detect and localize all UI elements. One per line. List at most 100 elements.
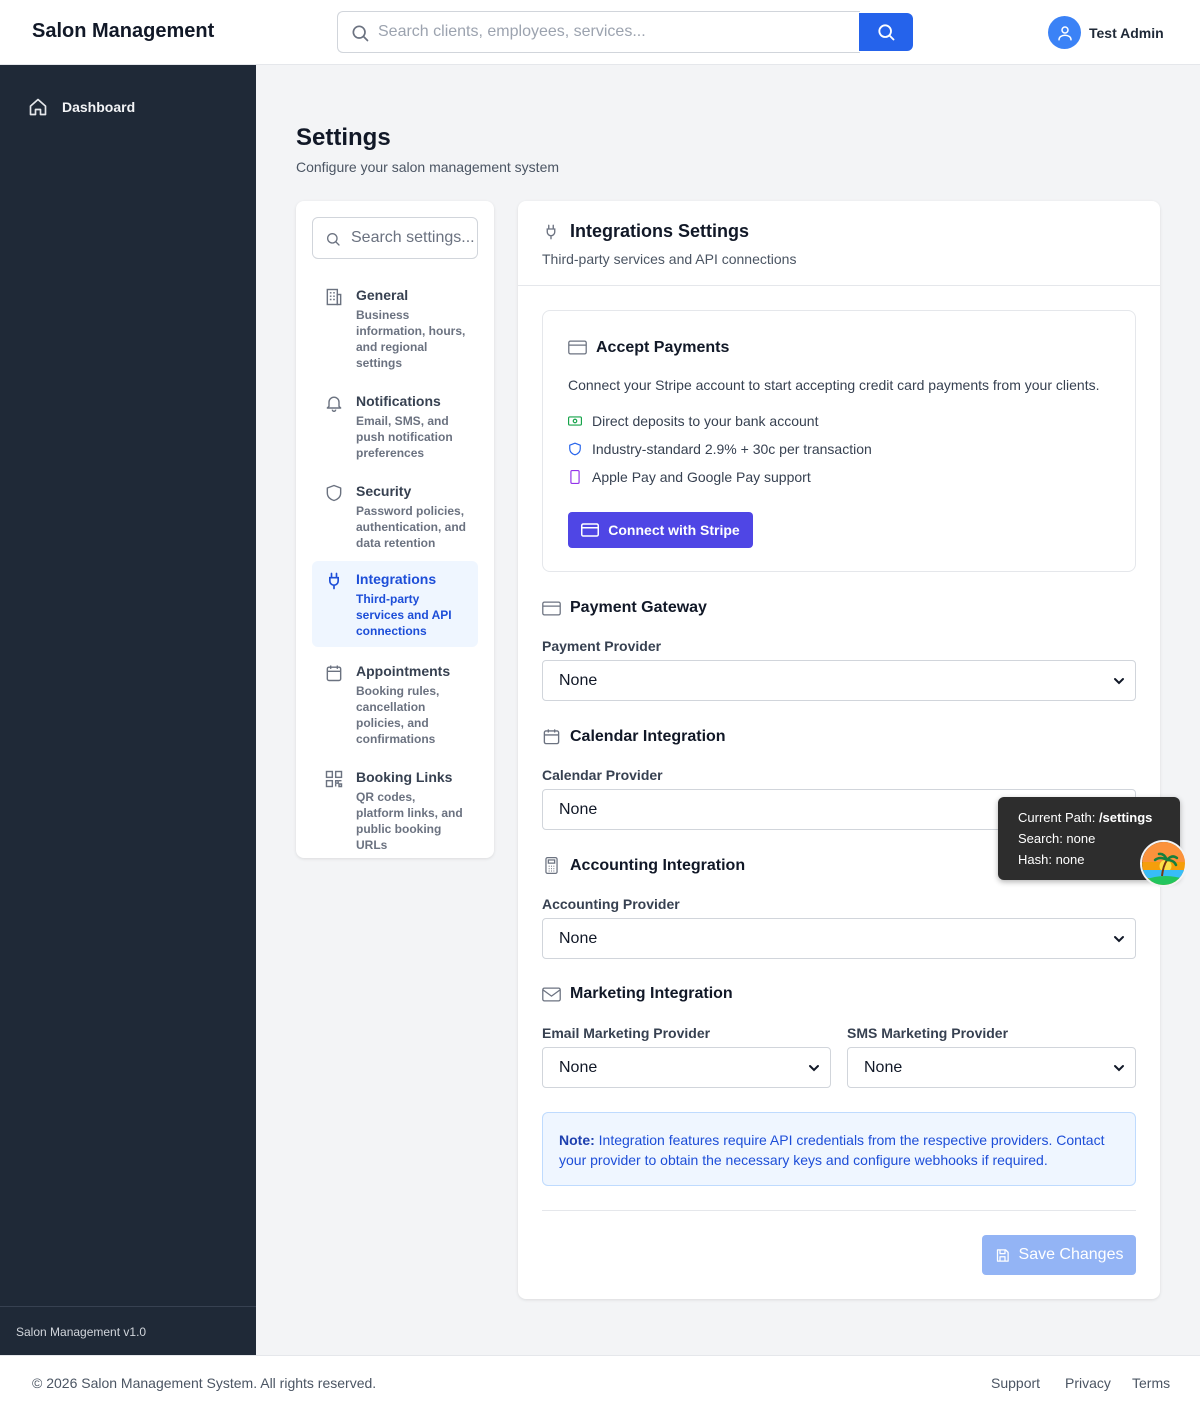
sms-marketing-select[interactable]: None bbox=[847, 1047, 1136, 1088]
section-title: Marketing Integration bbox=[570, 985, 733, 1002]
bell-icon bbox=[324, 393, 344, 413]
shield-icon bbox=[568, 442, 582, 456]
accounting-provider-label: Accounting Provider bbox=[542, 896, 680, 912]
payment-provider-select[interactable]: None bbox=[542, 660, 1136, 701]
stripe-feature-text: Industry-standard 2.9% + 30c per transac… bbox=[592, 441, 872, 457]
section-title: Payment Gateway bbox=[570, 599, 707, 616]
footer-link-privacy[interactable]: Privacy bbox=[1065, 1375, 1111, 1391]
settings-nav-label: Notifications bbox=[356, 393, 441, 409]
calculator-icon bbox=[542, 856, 561, 875]
chevron-down-icon bbox=[1113, 1062, 1125, 1074]
search-icon bbox=[878, 24, 895, 41]
tooltip-path-line: Current Path: /settings bbox=[1018, 807, 1180, 828]
calendar-provider-label: Calendar Provider bbox=[542, 767, 663, 783]
footer-link-support[interactable]: Support bbox=[991, 1375, 1040, 1391]
home-icon bbox=[28, 97, 48, 117]
settings-nav-appointments[interactable]: Appointments Booking rules, cancellation… bbox=[312, 653, 478, 755]
user-name: Test Admin bbox=[1089, 24, 1164, 41]
stripe-feature: Apple Pay and Google Pay support bbox=[568, 469, 811, 485]
email-marketing-label: Email Marketing Provider bbox=[542, 1025, 711, 1041]
select-value: None bbox=[559, 801, 598, 818]
panel-subtitle: Third-party services and API connections bbox=[542, 251, 797, 267]
chevron-down-icon bbox=[808, 1062, 820, 1074]
plug-icon bbox=[324, 571, 344, 591]
save-icon bbox=[995, 1248, 1010, 1263]
sidebar-version: Salon Management v1.0 bbox=[0, 1306, 256, 1357]
panel-title: Integrations Settings bbox=[570, 221, 750, 241]
connect-stripe-label: Connect with Stripe bbox=[608, 522, 740, 538]
settings-nav: General Business information, hours, and… bbox=[296, 201, 494, 858]
calendar-icon bbox=[324, 663, 344, 683]
search-icon bbox=[325, 231, 341, 247]
chevron-down-icon bbox=[1113, 675, 1125, 687]
qr-code-icon bbox=[324, 769, 344, 789]
credit-card-icon bbox=[568, 340, 587, 355]
sidebar: Dashboard Salon Management v1.0 bbox=[0, 65, 256, 1355]
page-subtitle: Configure your salon management system bbox=[296, 159, 560, 175]
select-value: None bbox=[559, 1059, 598, 1076]
settings-nav-desc: Email, SMS, and push notification prefer… bbox=[356, 414, 453, 460]
integrations-panel: Integrations Settings Third-party servic… bbox=[518, 201, 1160, 1299]
settings-nav-desc: Business information, hours, and regiona… bbox=[356, 308, 466, 370]
settings-nav-booking-links[interactable]: Booking Links QR codes, platform links, … bbox=[312, 759, 478, 861]
building-icon bbox=[324, 287, 344, 307]
user-menu[interactable]: Test Admin bbox=[1048, 16, 1164, 49]
chevron-down-icon bbox=[1113, 933, 1125, 945]
footer-copyright: © 2026 Salon Management System. All righ… bbox=[32, 1375, 377, 1391]
save-changes-button[interactable]: Save Changes bbox=[982, 1235, 1136, 1275]
stripe-feature-text: Direct deposits to your bank account bbox=[592, 413, 819, 429]
top-bar: Salon Management Test Admin bbox=[0, 0, 1200, 65]
sidebar-item-dashboard[interactable]: Dashboard bbox=[28, 97, 135, 117]
calendar-integration-heading: Calendar Integration bbox=[542, 727, 726, 746]
settings-search bbox=[312, 217, 478, 259]
footer-link-terms[interactable]: Terms bbox=[1132, 1375, 1170, 1391]
footer: © 2026 Salon Management System. All righ… bbox=[0, 1355, 1200, 1408]
email-marketing-select[interactable]: None bbox=[542, 1047, 831, 1088]
settings-nav-security[interactable]: Security Password policies, authenticati… bbox=[312, 473, 478, 559]
island-badge-icon[interactable] bbox=[1140, 840, 1187, 887]
credit-card-icon bbox=[542, 601, 561, 616]
credit-card-icon bbox=[581, 523, 600, 537]
settings-nav-label: Integrations bbox=[356, 571, 437, 587]
settings-nav-notifications[interactable]: Notifications Email, SMS, and push notif… bbox=[312, 383, 478, 469]
save-label: Save Changes bbox=[1018, 1246, 1124, 1263]
settings-nav-integrations[interactable]: Integrations Third-party services and AP… bbox=[312, 561, 478, 647]
mail-icon bbox=[542, 987, 561, 1002]
settings-nav-desc: Third-party services and API connections bbox=[356, 592, 452, 638]
note-text: Integration features require API credent… bbox=[559, 1132, 1105, 1168]
stripe-card-description: Connect your Stripe account to start acc… bbox=[568, 377, 1100, 393]
accounting-integration-heading: Accounting Integration bbox=[542, 856, 745, 875]
smartphone-icon bbox=[568, 470, 582, 484]
settings-nav-desc: Password policies, authentication, and d… bbox=[356, 504, 467, 550]
global-search-box bbox=[337, 11, 860, 53]
user-icon bbox=[1057, 25, 1072, 40]
select-value: None bbox=[559, 930, 598, 947]
search-icon bbox=[350, 23, 370, 43]
marketing-integration-heading: Marketing Integration bbox=[542, 985, 733, 1003]
search-submit-button[interactable] bbox=[859, 13, 913, 51]
shield-icon bbox=[324, 483, 344, 503]
calendar-icon bbox=[542, 727, 561, 746]
connect-stripe-button[interactable]: Connect with Stripe bbox=[568, 512, 753, 548]
settings-nav-label: General bbox=[356, 287, 409, 303]
banknote-icon bbox=[568, 415, 582, 427]
note-prefix: Note: bbox=[559, 1132, 595, 1148]
integration-note: Note: Integration features require API c… bbox=[542, 1112, 1136, 1186]
settings-nav-label: Appointments bbox=[356, 663, 451, 679]
stripe-feature: Industry-standard 2.9% + 30c per transac… bbox=[568, 441, 872, 457]
global-search bbox=[337, 11, 913, 53]
payment-provider-label: Payment Provider bbox=[542, 638, 662, 654]
global-search-input[interactable] bbox=[378, 12, 848, 52]
settings-nav-general[interactable]: General Business information, hours, and… bbox=[312, 277, 478, 379]
settings-nav-desc: Booking rules, cancellation policies, an… bbox=[356, 684, 440, 746]
settings-search-input[interactable] bbox=[351, 218, 475, 258]
panel-header: Integrations Settings Third-party servic… bbox=[518, 201, 1160, 286]
accounting-provider-select[interactable]: None bbox=[542, 918, 1136, 959]
stripe-feature: Direct deposits to your bank account bbox=[568, 413, 818, 429]
settings-nav-label: Security bbox=[356, 483, 412, 499]
section-title: Calendar Integration bbox=[570, 727, 726, 745]
stripe-card-title: Accept Payments bbox=[596, 339, 730, 356]
tooltip-path-value: /settings bbox=[1098, 810, 1153, 825]
stripe-card: Accept Payments Connect your Stripe acco… bbox=[542, 310, 1136, 572]
select-value: None bbox=[864, 1059, 903, 1076]
